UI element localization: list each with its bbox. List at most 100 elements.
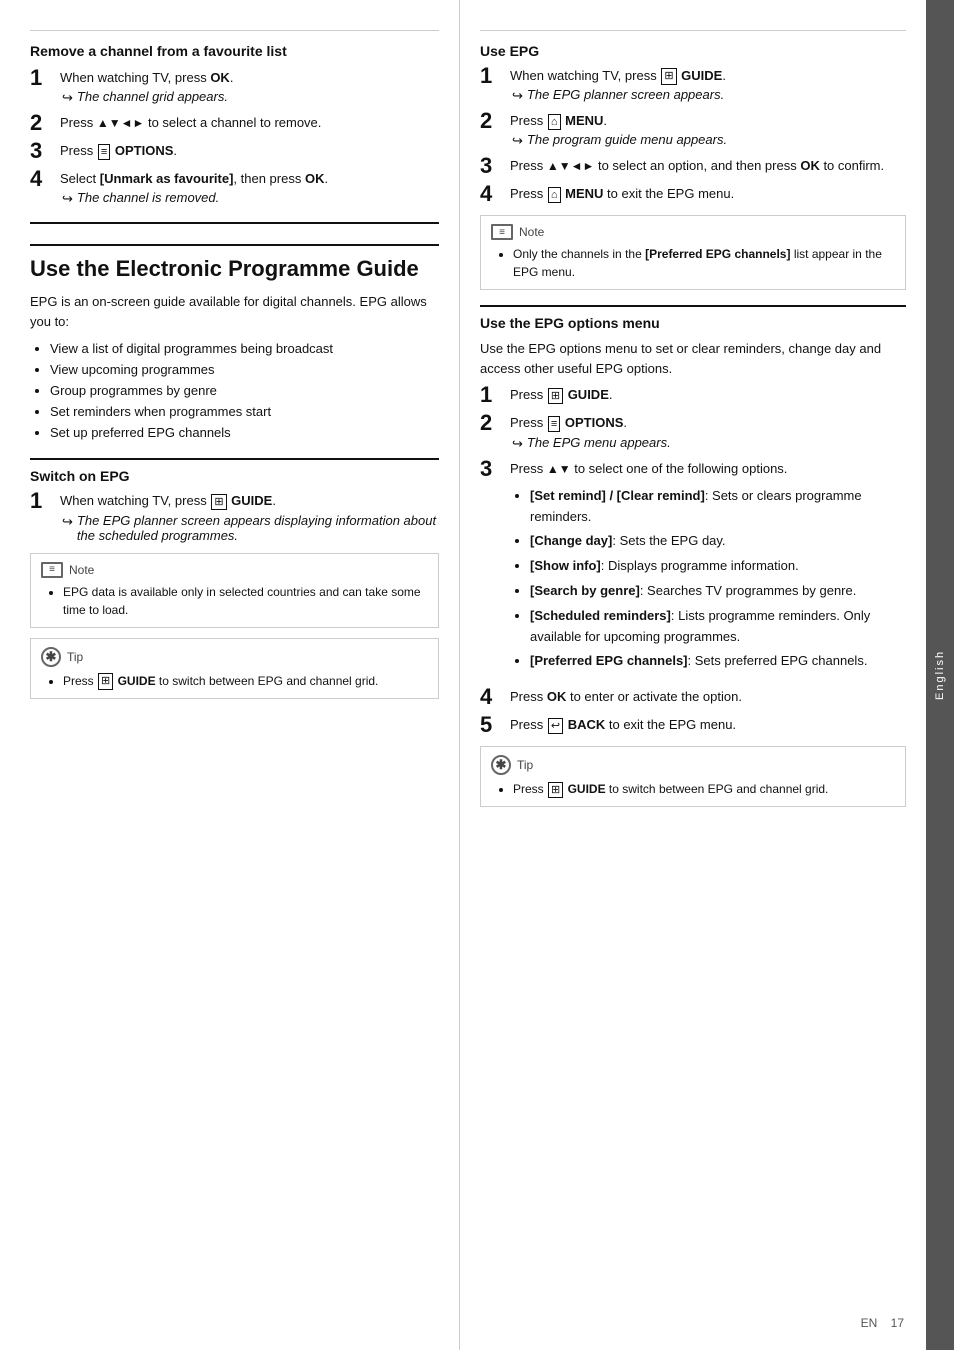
- epg-opt-step-5-number: 5: [480, 714, 510, 736]
- guide-icon-tip: ⊞: [98, 673, 113, 689]
- tip-label-r: Tip: [517, 758, 533, 772]
- guide-label-tip-r: GUIDE: [568, 782, 606, 796]
- nav-arrows-icon: ▲▼◄►: [97, 116, 145, 130]
- epg-opt-preferred: [Preferred EPG channels]: Sets preferred…: [530, 651, 906, 672]
- epg-opt-scheduled: [Scheduled reminders]: Lists programme r…: [530, 606, 906, 648]
- nav-arrows-opt3: ▲▼: [547, 462, 571, 476]
- step-2-number: 2: [30, 112, 60, 134]
- options-bold-opt2: OPTIONS: [565, 415, 624, 430]
- guide-label: GUIDE: [231, 493, 272, 508]
- right-column: Use EPG 1 When watching TV, press ⊞ GUID…: [460, 0, 926, 1350]
- ok-opt4: OK: [547, 689, 567, 704]
- options-icon-opt2: ≡: [548, 416, 560, 432]
- epg-opt-step-4-content: Press OK to enter or activate the option…: [510, 688, 906, 706]
- arrow-symbol: ↪: [62, 90, 73, 106]
- step-1-arrow-text: The channel grid appears.: [77, 89, 228, 104]
- right-top-divider: [480, 30, 906, 31]
- epg-bullet-4: Set reminders when programmes start: [50, 402, 439, 423]
- nav-arrows-r3: ▲▼◄►: [547, 159, 595, 173]
- epg-opt-step-3: 3 Press ▲▼ to select one of the followin…: [480, 460, 906, 681]
- step-4: 4 Select [Unmark as favourite], then pre…: [30, 170, 439, 207]
- menu-icon-r2: ⌂: [548, 114, 561, 130]
- step-3: 3 Press ≡ OPTIONS.: [30, 142, 439, 162]
- use-epg-note-list: Only the channels in the [Preferred EPG …: [491, 245, 895, 281]
- step-1-content: When watching TV, press OK. ↪ The channe…: [60, 69, 439, 106]
- use-epg-step-1: 1 When watching TV, press ⊞ GUIDE. ↪ The…: [480, 67, 906, 104]
- epg-options-tip-item-1: Press ⊞ GUIDE to switch between EPG and …: [513, 780, 895, 798]
- epg-opt-step-2-number: 2: [480, 412, 510, 434]
- epg-opt-step-2-arrow: ↪ The EPG menu appears.: [512, 435, 906, 452]
- use-epg-step-2-text: The program guide menu appears.: [527, 132, 727, 147]
- step-2-content: Press ▲▼◄► to select a channel to remove…: [60, 114, 439, 132]
- use-epg-step-2-number: 2: [480, 110, 510, 132]
- use-epg-title: Use EPG: [480, 43, 906, 59]
- footer-lang: EN: [861, 1316, 878, 1330]
- epg-opt-set-remind: [Set remind] / [Clear remind]: Sets or c…: [530, 486, 906, 528]
- epg-options-tip-header: ✱ Tip: [491, 755, 895, 775]
- use-epg-step-3-content: Press ▲▼◄► to select an option, and then…: [510, 157, 906, 175]
- switch-note-list: EPG data is available only in selected c…: [41, 583, 428, 619]
- epg-intro-section: Use the Electronic Programme Guide EPG i…: [30, 222, 439, 443]
- preferred-epg-bold: [Preferred EPG channels]: [645, 247, 790, 261]
- language-sidebar: English: [926, 0, 954, 1350]
- menu-icon-r4: ⌂: [548, 187, 561, 203]
- use-epg-note-box: ≡ Note Only the channels in the [Preferr…: [480, 215, 906, 290]
- guide-bold-opt1: GUIDE: [568, 387, 609, 402]
- guide-label-tip: GUIDE: [118, 674, 156, 688]
- arrow-opt2: ↪: [512, 436, 523, 452]
- step-4-arrow: ↪ The channel is removed.: [62, 190, 439, 207]
- use-epg-step-3: 3 Press ▲▼◄► to select an option, and th…: [480, 157, 906, 177]
- step-3-number: 3: [30, 140, 60, 162]
- page: Remove a channel from a favourite list 1…: [0, 0, 954, 1350]
- use-epg-note-header: ≡ Note: [491, 224, 895, 240]
- switch-step-1-content: When watching TV, press ⊞ GUIDE. ↪ The E…: [60, 492, 439, 542]
- epg-options-tip-box: ✱ Tip Press ⊞ GUIDE to switch between EP…: [480, 746, 906, 807]
- switch-step-1-number: 1: [30, 490, 60, 512]
- ok-r3: OK: [800, 158, 820, 173]
- note-label: Note: [69, 563, 94, 577]
- use-epg-step-2: 2 Press ⌂ MENU. ↪ The program guide menu…: [480, 112, 906, 149]
- use-epg-step-1-arrow: ↪ The EPG planner screen appears.: [512, 87, 906, 104]
- epg-bullets: View a list of digital programmes being …: [30, 339, 439, 443]
- epg-bullet-5: Set up preferred EPG channels: [50, 423, 439, 444]
- epg-bullet-3: Group programmes by genre: [50, 381, 439, 402]
- epg-opt-step-4-number: 4: [480, 686, 510, 708]
- top-divider: [30, 30, 439, 31]
- step-1-ok: OK: [210, 70, 230, 85]
- switch-note-header: ≡ Note: [41, 562, 428, 578]
- language-label: English: [934, 650, 946, 700]
- epg-opt-step-2: 2 Press ≡ OPTIONS. ↪ The EPG menu appear…: [480, 414, 906, 451]
- note-label-r: Note: [519, 225, 544, 239]
- epg-opt-step-2-content: Press ≡ OPTIONS. ↪ The EPG menu appears.: [510, 414, 906, 451]
- tip-icon: ✱: [41, 647, 61, 667]
- note-icon-r: ≡: [491, 224, 513, 240]
- switch-tip-box: ✱ Tip Press ⊞ GUIDE to switch between EP…: [30, 638, 439, 699]
- epg-options-desc: Use the EPG options menu to set or clear…: [480, 339, 906, 378]
- switch-step-1-arrow: ↪ The EPG planner screen appears display…: [62, 513, 439, 543]
- use-epg-step-1-text: The EPG planner screen appears.: [527, 87, 724, 102]
- epg-opt-step-5: 5 Press ↩ BACK to exit the EPG menu.: [480, 716, 906, 736]
- step-3-content: Press ≡ OPTIONS.: [60, 142, 439, 160]
- page-footer: EN 17: [861, 1316, 904, 1330]
- back-bold-opt5: BACK: [568, 717, 606, 732]
- section-divider-2: [30, 458, 439, 460]
- remove-channel-title: Remove a channel from a favourite list: [30, 43, 439, 59]
- epg-bullet-1: View a list of digital programmes being …: [50, 339, 439, 360]
- main-content: Remove a channel from a favourite list 1…: [0, 0, 954, 1350]
- epg-desc: EPG is an on-screen guide available for …: [30, 292, 439, 331]
- epg-opt-step-4: 4 Press OK to enter or activate the opti…: [480, 688, 906, 708]
- guide-icon-opt1: ⊞: [548, 388, 563, 404]
- use-epg-section: Use EPG 1 When watching TV, press ⊞ GUID…: [480, 30, 906, 290]
- guide-icon-r1: ⊞: [661, 68, 676, 84]
- switch-on-epg-section: Switch on EPG 1 When watching TV, press …: [30, 458, 439, 698]
- section-divider-1: [30, 222, 439, 224]
- guide-icon-tip-r: ⊞: [548, 782, 563, 798]
- epg-opt-search-genre: [Search by genre]: Searches TV programme…: [530, 581, 906, 602]
- switch-tip-list: Press ⊞ GUIDE to switch between EPG and …: [41, 672, 428, 690]
- guide-bold-r1: GUIDE: [681, 68, 722, 83]
- guide-icon-left: ⊞: [211, 494, 226, 510]
- step-1-number: 1: [30, 67, 60, 89]
- arrow-symbol-2: ↪: [62, 191, 73, 207]
- step-1: 1 When watching TV, press OK. ↪ The chan…: [30, 69, 439, 106]
- switch-on-epg-title: Switch on EPG: [30, 468, 439, 484]
